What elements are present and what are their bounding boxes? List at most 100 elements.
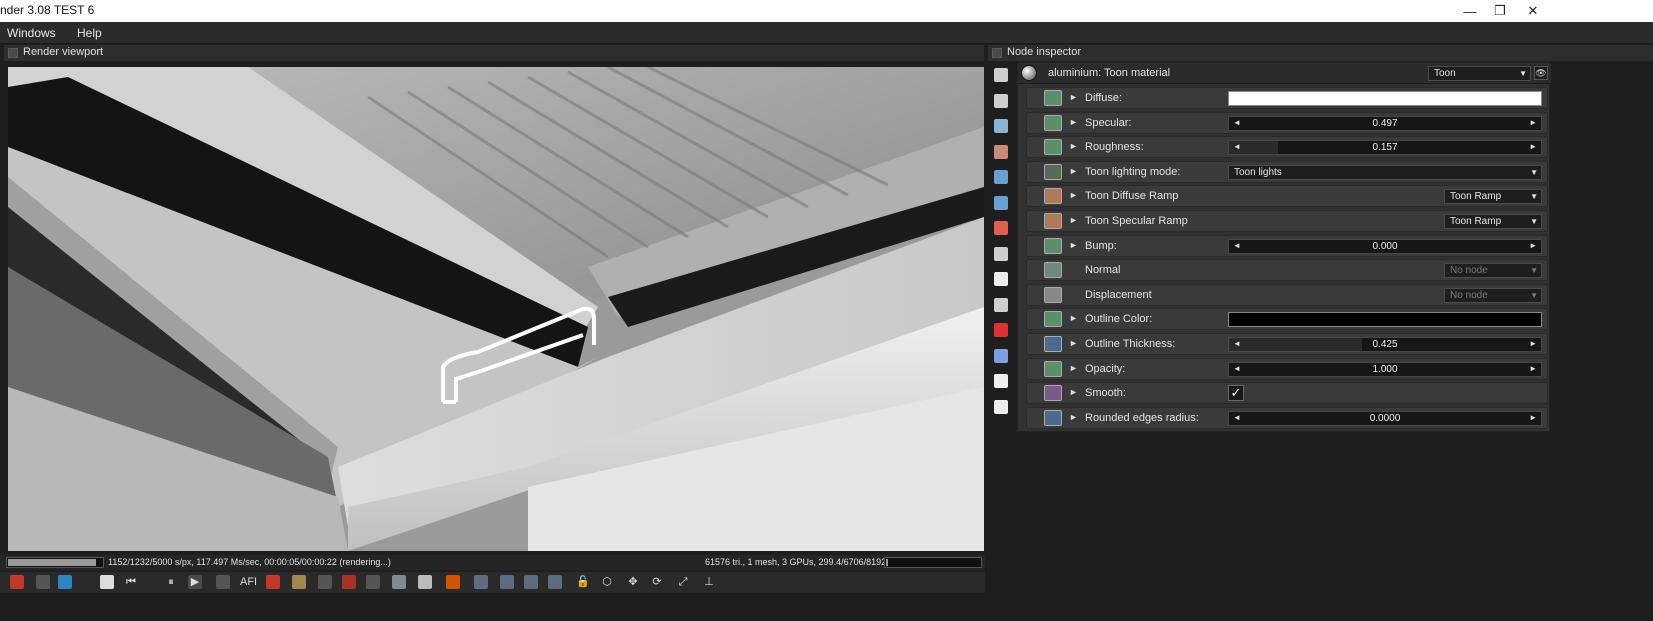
- kernel-icon[interactable]: [994, 195, 1008, 210]
- param-pin-icon[interactable]: [1044, 409, 1062, 426]
- param-row-toon-specular-ramp[interactable]: ► Toon Specular Ramp Toon Ramp ▼: [1026, 210, 1548, 232]
- smooth-checkbox[interactable]: ✓: [1228, 385, 1244, 402]
- panel-toggle-icon[interactable]: [992, 48, 1002, 58]
- node-dropdown[interactable]: No node ▼: [1444, 263, 1542, 279]
- layers-icon[interactable]: [548, 575, 562, 589]
- param-pin-icon[interactable]: [1044, 385, 1062, 402]
- display-icon[interactable]: [216, 575, 230, 589]
- region-icon[interactable]: [36, 575, 50, 589]
- value-slider[interactable]: ◄ 0.425 ►: [1228, 337, 1542, 352]
- clay-icon[interactable]: [292, 575, 306, 589]
- param-row-specular[interactable]: ► Specular: ◄ 0.497 ►: [1026, 111, 1548, 134]
- outliner-icon[interactable]: [994, 93, 1008, 108]
- menu-windows[interactable]: Windows: [7, 26, 56, 40]
- expand-arrow-icon[interactable]: ►: [1069, 363, 1078, 373]
- blue-cube-icon[interactable]: [994, 348, 1008, 363]
- close-icon[interactable]: ✕: [1510, 0, 1556, 22]
- expand-arrow-icon[interactable]: ►: [1069, 387, 1078, 397]
- color-wheel-icon[interactable]: [266, 575, 280, 589]
- play-icon[interactable]: ▶: [188, 575, 202, 589]
- increment-arrow-icon[interactable]: ►: [1529, 364, 1537, 373]
- stop-icon[interactable]: ■: [100, 575, 114, 589]
- expand-arrow-icon[interactable]: ►: [1069, 412, 1078, 422]
- focus-pick-icon[interactable]: [318, 575, 332, 589]
- cube-color-icon[interactable]: [58, 575, 72, 589]
- imager-icon[interactable]: [994, 119, 1008, 133]
- expand-arrow-icon[interactable]: ►: [1069, 190, 1078, 200]
- value-slider[interactable]: ◄ 0.157 ►: [1228, 140, 1542, 156]
- expand-arrow-icon[interactable]: ►: [1069, 166, 1078, 176]
- param-row-smooth[interactable]: ► Smooth: ✓: [1026, 382, 1548, 405]
- value-slider[interactable]: ◄ 0.0000 ►: [1228, 410, 1542, 426]
- object-pick-icon[interactable]: [366, 575, 380, 589]
- param-row-rounded-edges-radius[interactable]: ► Rounded edges radius: ◄ 0.0000 ►: [1026, 406, 1548, 429]
- rotate-icon[interactable]: ⟳: [650, 575, 664, 589]
- expand-arrow-icon[interactable]: ►: [1069, 215, 1078, 225]
- expand-arrow-icon[interactable]: ►: [1069, 117, 1078, 127]
- image-icon[interactable]: [994, 374, 1008, 388]
- param-pin-icon[interactable]: [1044, 163, 1062, 180]
- pause-icon[interactable]: ⏸: [164, 575, 178, 589]
- param-pin-icon[interactable]: [1044, 139, 1062, 156]
- render-viewport[interactable]: [8, 67, 984, 551]
- axis-icon[interactable]: ⊥: [702, 575, 716, 589]
- move-icon[interactable]: ✥: [626, 575, 640, 589]
- material-pick-icon[interactable]: [342, 575, 356, 589]
- param-pin-icon[interactable]: [1044, 360, 1062, 377]
- color-swatch[interactable]: [1228, 91, 1542, 106]
- param-pin-icon[interactable]: [1044, 286, 1062, 303]
- param-row-outline-color[interactable]: ► Outline Color:: [1026, 308, 1548, 331]
- increment-arrow-icon[interactable]: ►: [1529, 142, 1537, 151]
- camera-reset-icon[interactable]: [392, 575, 406, 589]
- lock-icon[interactable]: 🔓: [576, 575, 590, 589]
- param-pin-icon[interactable]: [1044, 114, 1062, 131]
- increment-arrow-icon[interactable]: ►: [1529, 241, 1537, 250]
- param-row-displacement[interactable]: Displacement No node ▼: [1026, 283, 1548, 306]
- cube-outline-icon[interactable]: ⬡: [600, 575, 614, 589]
- menu-help[interactable]: Help: [77, 26, 102, 40]
- param-row-normal[interactable]: Normal No node ▼: [1026, 259, 1548, 282]
- eye-icon[interactable]: 👁: [1534, 66, 1548, 80]
- expand-arrow-icon[interactable]: ►: [1069, 313, 1078, 323]
- graph-editor-icon[interactable]: [994, 68, 1008, 82]
- expand-arrow-icon[interactable]: ►: [1069, 141, 1078, 151]
- material-type-dropdown[interactable]: Toon ▼: [1428, 66, 1531, 81]
- spinner-icon[interactable]: [446, 575, 460, 589]
- increment-arrow-icon[interactable]: ►: [1529, 413, 1537, 422]
- param-pin-icon[interactable]: [1044, 188, 1062, 205]
- white-square-icon[interactable]: [418, 575, 432, 589]
- mode-dropdown[interactable]: Toon lights ▼: [1228, 164, 1542, 180]
- camera-icon[interactable]: [994, 144, 1008, 159]
- value-slider[interactable]: ◄ 0.000 ►: [1228, 238, 1542, 254]
- export-icon[interactable]: [500, 575, 514, 589]
- param-row-toon-lighting-mode[interactable]: ► Toon lighting mode: Toon lights ▼: [1026, 160, 1548, 183]
- material-icon[interactable]: [994, 221, 1008, 235]
- animation-clock-icon[interactable]: [994, 272, 1008, 286]
- node-dropdown[interactable]: Toon Ramp ▼: [1444, 214, 1542, 229]
- film-icon[interactable]: [994, 246, 1008, 261]
- environment-icon[interactable]: [994, 170, 1008, 184]
- panel-toggle-icon[interactable]: [8, 48, 18, 58]
- param-pin-icon[interactable]: [1044, 213, 1062, 229]
- param-row-toon-diffuse-ramp[interactable]: ► Toon Diffuse Ramp Toon Ramp ▼: [1026, 185, 1548, 208]
- node-dropdown[interactable]: No node ▼: [1444, 287, 1542, 303]
- param-pin-icon[interactable]: [1044, 262, 1062, 279]
- param-pin-icon[interactable]: [1044, 90, 1062, 106]
- copy-icon[interactable]: [474, 575, 488, 589]
- afi-icon[interactable]: AFI: [240, 575, 257, 589]
- param-row-bump[interactable]: ► Bump: ◄ 0.000 ►: [1026, 234, 1548, 257]
- value-slider[interactable]: ◄ 1.000 ►: [1228, 361, 1542, 377]
- red-cube-icon[interactable]: [994, 323, 1008, 337]
- increment-arrow-icon[interactable]: ►: [1529, 339, 1537, 348]
- expand-arrow-icon[interactable]: ►: [1069, 92, 1078, 102]
- param-row-diffuse[interactable]: ► Diffuse:: [1026, 87, 1548, 109]
- save-image-icon[interactable]: [524, 575, 538, 589]
- color-swatch[interactable]: [1228, 312, 1542, 328]
- value-slider[interactable]: ◄ 0.497 ►: [1228, 115, 1542, 131]
- param-pin-icon[interactable]: [1044, 237, 1062, 254]
- expand-arrow-icon[interactable]: ►: [1069, 338, 1078, 348]
- node-dropdown[interactable]: Toon Ramp ▼: [1444, 189, 1542, 205]
- postprocess-icon[interactable]: [994, 297, 1008, 312]
- rewind-icon[interactable]: ⏮: [124, 575, 138, 589]
- param-pin-icon[interactable]: [1044, 336, 1062, 352]
